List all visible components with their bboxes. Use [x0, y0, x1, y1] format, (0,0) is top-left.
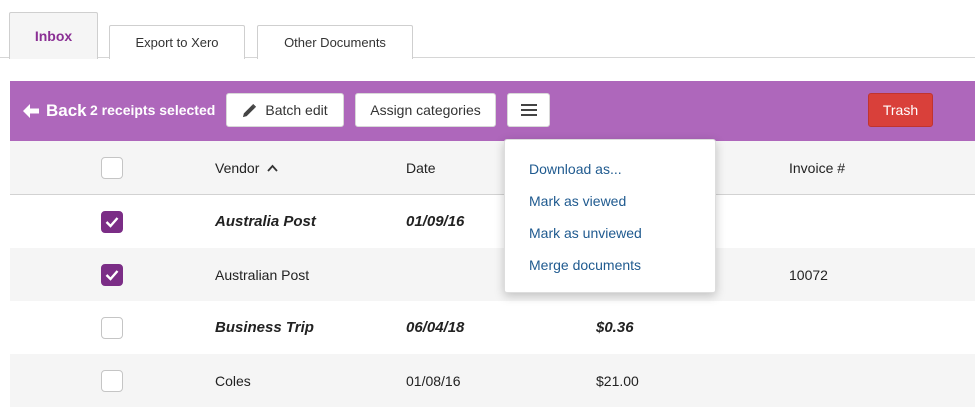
menu-item-mark-viewed[interactable]: Mark as viewed [529, 188, 626, 214]
batch-edit-label: Batch edit [265, 102, 328, 118]
select-all-checkbox[interactable] [101, 156, 123, 179]
more-actions-button[interactable] [507, 93, 550, 127]
assign-categories-label: Assign categories [370, 102, 481, 118]
date-column-header[interactable]: Date [406, 141, 436, 194]
row-checkbox[interactable] [101, 316, 123, 339]
vendor-header-label: Vendor [215, 159, 260, 176]
menu-item-merge-documents[interactable]: Merge documents [529, 252, 641, 278]
row-checkbox[interactable] [101, 263, 123, 286]
date-cell: 01/09/16 [406, 213, 465, 230]
row-check-cell [101, 354, 123, 407]
table-row[interactable]: Coles 01/08/16 $21.00 [10, 354, 975, 407]
checkmark-icon [105, 216, 119, 228]
row-check-cell [101, 248, 123, 301]
menu-item-download-as[interactable]: Download as... [529, 156, 622, 182]
pencil-icon [243, 103, 257, 117]
select-all-cell [101, 141, 123, 194]
more-actions-dropdown: Download as... Mark as viewed Mark as un… [504, 139, 716, 293]
tab-bar: Inbox Export to Xero Other Documents [0, 0, 975, 59]
menu-item-mark-unviewed[interactable]: Mark as unviewed [529, 220, 642, 246]
vendor-cell: Australia Post [215, 213, 316, 230]
vendor-cell: Australian Post [215, 266, 310, 283]
tab-export-to-xero[interactable]: Export to Xero [109, 25, 245, 59]
back-label: Back [46, 101, 87, 120]
vendor-column-header[interactable]: Vendor [215, 141, 279, 194]
row-check-cell [101, 301, 123, 354]
selection-toolbar: Back 2 receipts selected Batch edit Assi… [10, 81, 975, 141]
selected-count: 2 receipts selected [90, 102, 216, 118]
vendor-cell: Business Trip [215, 319, 314, 336]
table-header: Vendor Date Invoice # [10, 141, 975, 195]
receipts-page: Inbox Export to Xero Other Documents Bac… [0, 0, 975, 417]
row-check-cell [101, 195, 123, 248]
tab-inbox[interactable]: Inbox [9, 12, 98, 59]
receipts-table: Vendor Date Invoice # Australia Post 01/… [10, 141, 975, 407]
amount-cell: $21.00 [596, 372, 639, 389]
row-checkbox[interactable] [101, 369, 123, 392]
trash-button[interactable]: Trash [868, 93, 933, 127]
invoice-column-header[interactable]: Invoice # [789, 141, 845, 194]
assign-categories-button[interactable]: Assign categories [355, 93, 496, 127]
row-checkbox[interactable] [101, 210, 123, 233]
tab-other-documents[interactable]: Other Documents [257, 25, 413, 59]
date-cell: 06/04/18 [406, 319, 465, 336]
vendor-cell: Coles [215, 372, 251, 389]
invoice-cell: 10072 [789, 266, 828, 283]
table-row[interactable]: Business Trip 06/04/18 $0.36 [10, 301, 975, 354]
table-row[interactable]: Australian Post 10072 [10, 248, 975, 301]
checkmark-icon [105, 269, 119, 281]
arrow-left-icon [23, 104, 39, 118]
batch-edit-button[interactable]: Batch edit [226, 93, 344, 127]
chevron-up-icon [267, 164, 279, 172]
trash-label: Trash [882, 102, 919, 118]
table-row[interactable]: Australia Post 01/09/16 [10, 195, 975, 248]
back-button[interactable]: Back [22, 81, 87, 141]
date-cell: 01/08/16 [406, 372, 461, 389]
hamburger-icon [520, 104, 537, 116]
amount-cell: $0.36 [596, 319, 634, 336]
